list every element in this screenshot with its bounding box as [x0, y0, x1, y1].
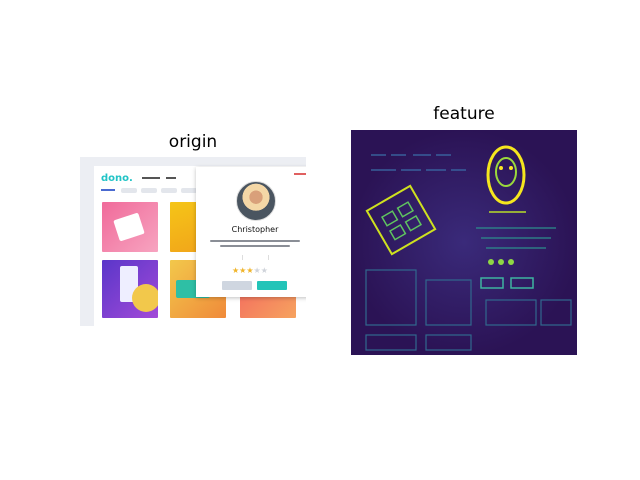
- brand-logo: dono.: [101, 173, 133, 184]
- design-tile: [102, 260, 158, 318]
- star-empty-icon: ★: [253, 266, 261, 275]
- profile-stat: [244, 255, 269, 260]
- stars-trace: [488, 259, 514, 265]
- origin-panel-title: origin: [168, 132, 218, 152]
- profile-stat: [270, 255, 294, 260]
- feature-panel-title: feature: [433, 104, 495, 124]
- bio-line: [220, 245, 290, 247]
- profile-name: Christopher: [231, 225, 279, 234]
- nav-link: [142, 177, 160, 179]
- tile-card: [113, 212, 145, 242]
- app-page: dono. Christopher ★★★★★: [94, 166, 306, 326]
- follow-button: [257, 281, 287, 290]
- filter-chip: [141, 188, 157, 193]
- popup-link: [294, 173, 306, 175]
- bio-line: [210, 240, 300, 242]
- feature-image: [351, 130, 577, 355]
- star-empty-icon: ★: [260, 266, 268, 275]
- profile-stat: [218, 255, 243, 260]
- avatar: [236, 181, 276, 221]
- origin-image: dono. Christopher ★★★★★: [80, 157, 306, 326]
- rating-stars: ★★★★★: [232, 266, 268, 275]
- nav-link: [166, 177, 176, 179]
- feature-heatmap: [351, 130, 577, 355]
- filter-chip: [181, 188, 197, 193]
- design-tile: [102, 202, 158, 252]
- star-filled-icon: ★: [246, 266, 254, 275]
- tile-circle: [132, 284, 158, 312]
- cancel-button: [222, 281, 252, 290]
- filter-label: [101, 189, 115, 191]
- profile-popup: Christopher ★★★★★: [196, 167, 306, 297]
- filter-chip: [121, 188, 137, 193]
- filter-chip: [161, 188, 177, 193]
